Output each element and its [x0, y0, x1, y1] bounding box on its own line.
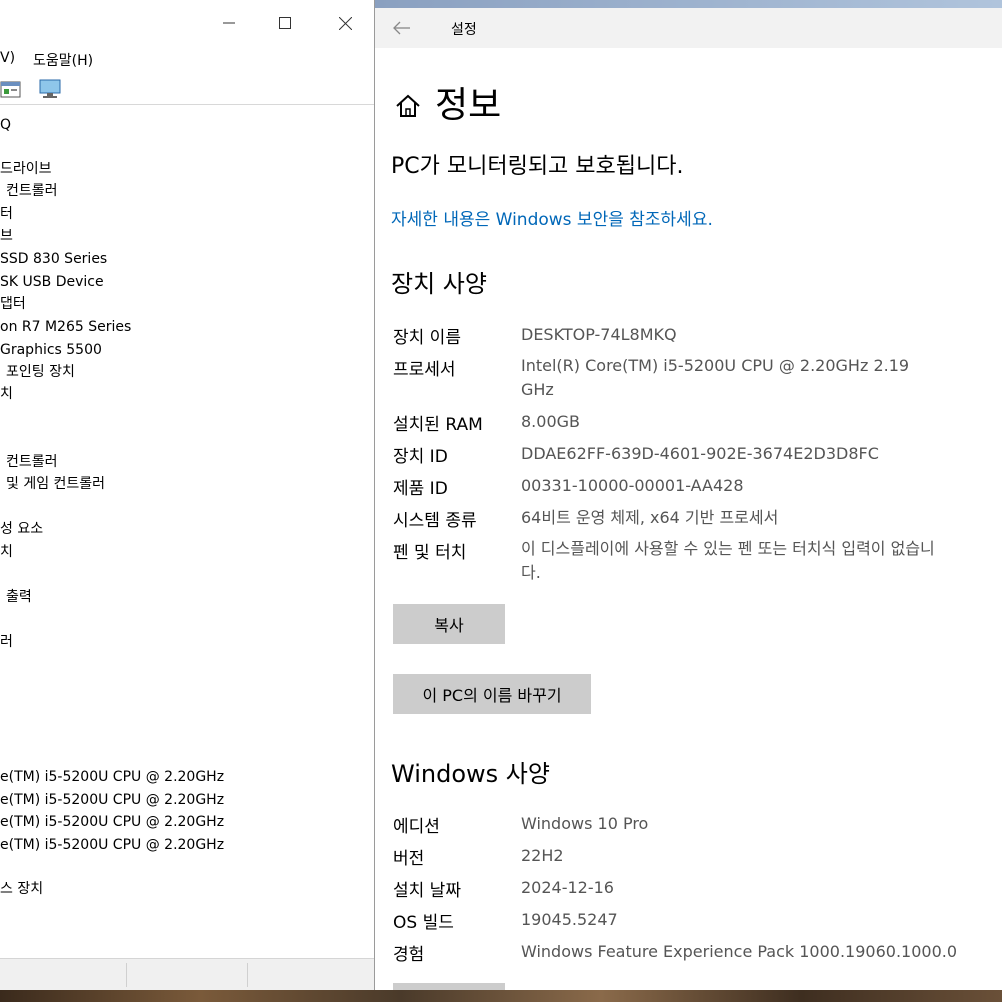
copy-button-windows[interactable]: [393, 983, 505, 990]
tree-item[interactable]: e(TM) i5-5200U CPU @ 2.20GHz: [0, 812, 224, 832]
spec-value-edition: Windows 10 Pro: [521, 814, 649, 833]
monitor-icon[interactable]: [38, 79, 61, 99]
copy-button[interactable]: 복사: [393, 604, 505, 644]
spec-value-product-id: 00331-10000-00001-AA428: [521, 476, 744, 495]
spec-value-processor: Intel(R) Core(TM) i5-5200U CPU @ 2.20GHz…: [521, 356, 910, 399]
tree-item[interactable]: 컨트롤러: [6, 452, 58, 472]
spec-label-os-build: OS 빌드: [393, 913, 454, 933]
device-specs-heading: 장치 사양: [391, 270, 487, 298]
tree-item[interactable]: e(TM) i5-5200U CPU @ 2.20GHz: [0, 790, 224, 810]
tree-item[interactable]: 출력: [6, 587, 32, 607]
spec-label-product-id: 제품 ID: [393, 479, 448, 499]
tree-item[interactable]: Q: [0, 115, 11, 135]
minimize-button[interactable]: [206, 6, 252, 40]
close-icon: [338, 16, 352, 30]
spec-label-system-type: 시스템 종류: [393, 511, 477, 531]
menu-help[interactable]: 도움말(H): [33, 50, 93, 70]
minimize-icon: [223, 22, 235, 24]
spec-value-install-date: 2024-12-16: [521, 878, 614, 897]
spec-label-ram: 설치된 RAM: [393, 415, 483, 435]
spec-label-device-name: 장치 이름: [393, 328, 461, 348]
desktop-wallpaper-top: [374, 0, 1002, 8]
tree-item[interactable]: 터: [0, 204, 13, 224]
home-icon[interactable]: [395, 93, 421, 119]
tree-item[interactable]: 드라이브: [0, 159, 52, 179]
tree-item[interactable]: 치: [0, 384, 13, 404]
device-manager-window: V) 도움말(H) Q 드라이브 컨트롤러 터 브 SSD 830 Series…: [0, 0, 375, 990]
tree-item[interactable]: 및 게임 컨트롤러: [6, 474, 105, 494]
menubar: V) 도움말(H): [0, 46, 374, 72]
tree-item[interactable]: 러: [0, 632, 13, 652]
tree-item[interactable]: 치: [0, 542, 13, 562]
tree-item[interactable]: e(TM) i5-5200U CPU @ 2.20GHz: [0, 835, 224, 855]
spec-value-version: 22H2: [521, 846, 564, 865]
page-title: 정보: [435, 85, 502, 126]
tree-item[interactable]: 스 장치: [0, 879, 43, 899]
settings-titlebar: 설정: [375, 8, 1002, 48]
window-title: 설정: [451, 22, 477, 38]
toolbar: [0, 74, 374, 105]
tree-item[interactable]: 댑터: [0, 294, 26, 314]
menu-view[interactable]: V): [0, 50, 15, 66]
statusbar-segment: [0, 963, 127, 987]
spec-label-install-date: 설치 날짜: [393, 881, 461, 901]
spec-label-version: 버전: [393, 849, 425, 869]
about-page: 정보 PC가 모니터링되고 보호됩니다. 자세한 내용은 Windows 보안을…: [375, 48, 1002, 990]
back-arrow-icon: [393, 21, 410, 35]
statusbar: [0, 958, 374, 990]
spec-value-ram: 8.00GB: [521, 412, 580, 431]
tree-item[interactable]: Graphics 5500: [0, 340, 102, 360]
back-button[interactable]: [387, 16, 417, 40]
windows-specs-heading: Windows 사양: [391, 760, 550, 788]
settings-window: 설정 정보 PC가 모니터링되고 보호됩니다. 자세한 내용은 Windows …: [375, 8, 1002, 990]
spec-label-device-id: 장치 ID: [393, 447, 448, 467]
rename-pc-button[interactable]: 이 PC의 이름 바꾸기: [393, 674, 591, 714]
spec-value-device-id: DDAE62FF-639D-4601-902E-3674E2D3D8FC: [521, 444, 879, 463]
maximize-icon: [279, 17, 291, 29]
device-manager-titlebar: [0, 0, 374, 44]
tree-item[interactable]: 포인팅 장치: [6, 362, 75, 382]
spec-label-experience: 경험: [393, 945, 425, 965]
spec-value-pen-touch: 이 디스플레이에 사용할 수 있는 펜 또는 터치식 입력이 없습니다.: [521, 539, 935, 582]
tree-item[interactable]: on R7 M265 Series: [0, 317, 131, 337]
spec-label-pen-touch: 펜 및 터치: [393, 543, 467, 563]
tree-item[interactable]: 컨트롤러: [6, 181, 58, 201]
spec-value-device-name: DESKTOP-74L8MKQ: [521, 325, 677, 344]
tree-item[interactable]: e(TM) i5-5200U CPU @ 2.20GHz: [0, 767, 224, 787]
statusbar-segment: [127, 963, 248, 987]
spec-value-experience: Windows Feature Experience Pack 1000.190…: [521, 942, 958, 961]
tree-item[interactable]: SK USB Device: [0, 272, 104, 292]
tree-item[interactable]: SSD 830 Series: [0, 249, 107, 269]
tree-item[interactable]: 브: [0, 226, 13, 246]
maximize-button[interactable]: [262, 6, 308, 40]
protection-status: PC가 모니터링되고 보호됩니다.: [391, 154, 684, 179]
spec-value-system-type: 64비트 운영 체제, x64 기반 프로세서: [521, 508, 779, 527]
spec-label-processor: 프로세서: [393, 360, 456, 380]
close-button[interactable]: [322, 6, 368, 40]
spec-label-edition: 에디션: [393, 817, 440, 837]
spec-value-os-build: 19045.5247: [521, 910, 618, 929]
properties-icon[interactable]: [0, 79, 22, 99]
security-link[interactable]: 자세한 내용은 Windows 보안을 참조하세요.: [391, 205, 713, 230]
tree-item[interactable]: 성 요소: [0, 519, 43, 539]
